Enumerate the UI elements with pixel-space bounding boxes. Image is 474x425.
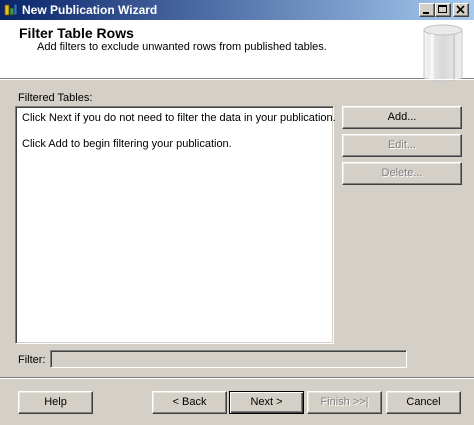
- wizard-header: Filter Table Rows Add filters to exclude…: [0, 20, 474, 82]
- header-divider: [0, 79, 474, 80]
- page-title: Filter Table Rows: [19, 25, 134, 41]
- instruction-add: Click Add to begin filtering your public…: [22, 138, 232, 150]
- delete-filter-button[interactable]: Delete...: [342, 162, 462, 185]
- cancel-button[interactable]: Cancel: [386, 391, 461, 414]
- wizard-app-icon: [4, 3, 18, 16]
- close-icon: [456, 5, 465, 14]
- maximize-icon: [438, 5, 447, 13]
- close-button[interactable]: [453, 3, 469, 17]
- title-bar[interactable]: New Publication Wizard: [0, 0, 474, 20]
- minimize-button[interactable]: [419, 3, 435, 17]
- finish-button[interactable]: Finish >>|: [307, 391, 382, 414]
- instruction-next: Click Next if you do not need to filter …: [22, 112, 336, 124]
- back-button[interactable]: < Back: [152, 391, 227, 414]
- database-cylinder-icon: [423, 24, 463, 82]
- edit-filter-button[interactable]: Edit...: [342, 134, 462, 157]
- minimize-icon: [423, 12, 429, 14]
- filtered-tables-list[interactable]: Click Next if you do not need to filter …: [15, 106, 336, 344]
- help-button[interactable]: Help: [18, 391, 93, 414]
- filtered-tables-label: Filtered Tables:: [18, 92, 93, 104]
- filter-label: Filter:: [18, 354, 46, 366]
- wizard-window: New Publication Wizard Filter Table Rows…: [0, 0, 474, 425]
- window-title: New Publication Wizard: [22, 3, 158, 17]
- footer-divider-highlight: [0, 378, 474, 379]
- add-filter-button[interactable]: Add...: [342, 106, 462, 129]
- next-button[interactable]: Next >: [229, 391, 304, 414]
- maximize-button[interactable]: [435, 3, 451, 17]
- filter-text-field[interactable]: [50, 350, 407, 368]
- page-subtitle: Add filters to exclude unwanted rows fro…: [37, 41, 327, 53]
